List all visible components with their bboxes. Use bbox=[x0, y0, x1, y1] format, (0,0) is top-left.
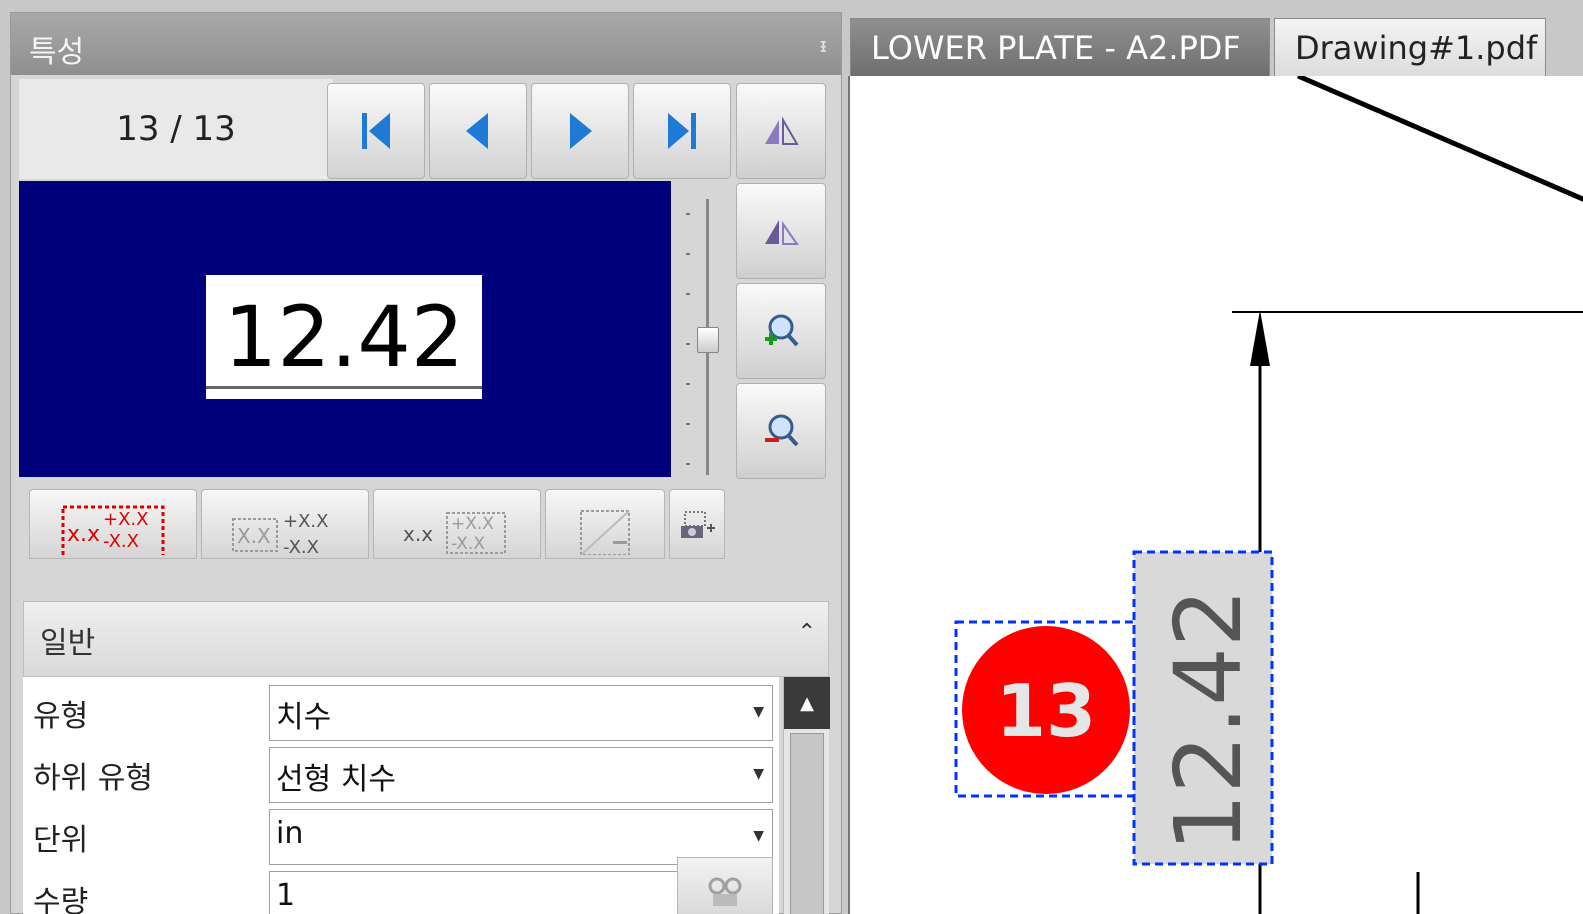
collapse-icon[interactable]: ⌃ bbox=[798, 620, 816, 645]
tab-drawing1[interactable]: Drawing#1.pdf bbox=[1274, 18, 1546, 76]
capture-button[interactable] bbox=[669, 489, 725, 559]
prop-label-quantity: 수량 bbox=[33, 885, 89, 914]
slider-tick bbox=[686, 293, 690, 295]
slider-tick bbox=[686, 423, 690, 425]
tolerance-format-3-button[interactable]: x.x +X.X -X.X bbox=[373, 489, 541, 559]
dimension-preview: 12.42 bbox=[19, 181, 671, 477]
document-tabs: LOWER PLATE - A2.PDF Drawing#1.pdf bbox=[848, 12, 1583, 76]
previous-button[interactable] bbox=[429, 83, 527, 179]
subtype-value: 선형 치수 bbox=[276, 762, 396, 797]
zoom-out-icon bbox=[765, 414, 799, 447]
type-value: 치수 bbox=[276, 700, 332, 735]
tolerance-format-1-button[interactable]: x.x +X.X -X.X bbox=[29, 489, 197, 559]
chevron-down-icon: ▼ bbox=[753, 766, 764, 782]
prop-label-unit: 단위 bbox=[33, 823, 89, 858]
next-icon bbox=[570, 113, 592, 149]
drawing-line-diagonal bbox=[1297, 73, 1583, 202]
camera-icon bbox=[681, 511, 715, 538]
next-button[interactable] bbox=[531, 83, 629, 179]
preview-value-box: 12.42 bbox=[206, 275, 482, 399]
chevron-down-icon: ▼ bbox=[753, 704, 764, 720]
fmt1-minus: -X.X bbox=[103, 531, 139, 552]
previous-icon bbox=[466, 113, 488, 149]
fmt2-plus: +X.X bbox=[283, 511, 328, 532]
tolerance-format-3-icon: x.x +X.X -X.X bbox=[403, 512, 506, 554]
first-page-icon bbox=[362, 113, 390, 149]
last-page-icon bbox=[668, 113, 696, 149]
fmt2-base: X.X bbox=[237, 524, 271, 548]
fmt1-base: x.x bbox=[67, 522, 100, 547]
pin-icon[interactable]: ᵻ bbox=[820, 33, 827, 57]
fmt1-plus: +X.X bbox=[103, 509, 148, 530]
zoom-out-button[interactable] bbox=[736, 383, 826, 479]
prop-label-type: 유형 bbox=[33, 699, 89, 734]
type-dropdown[interactable]: 치수 ▼ bbox=[269, 685, 773, 741]
section-title: 일반 bbox=[40, 626, 96, 661]
rotate-icon bbox=[765, 220, 799, 245]
tab-lower-plate[interactable]: LOWER PLATE - A2.PDF bbox=[850, 18, 1270, 76]
dimension-text: 12.42 bbox=[1155, 589, 1262, 852]
fmt3-minus: -X.X bbox=[451, 534, 485, 554]
slider-tick bbox=[686, 343, 690, 345]
tab-label: LOWER PLATE - A2.PDF bbox=[871, 28, 1241, 67]
link-button[interactable] bbox=[677, 857, 773, 914]
dimension-arrow bbox=[1250, 310, 1270, 366]
tolerance-format-2-icon: X.X +X.X -X.X bbox=[232, 511, 328, 555]
frame-format-button[interactable] bbox=[545, 489, 665, 559]
scroll-up-icon[interactable]: ▲ bbox=[784, 677, 830, 729]
slider-tick bbox=[686, 463, 690, 465]
preview-underline bbox=[206, 386, 482, 389]
link-icon bbox=[708, 877, 742, 906]
tolerance-format-2-button[interactable]: X.X +X.X -X.X bbox=[201, 489, 369, 559]
panel-header: 특성 ᵻ bbox=[11, 13, 841, 75]
fmt2-minus: -X.X bbox=[283, 537, 319, 555]
flip-icon bbox=[765, 116, 799, 145]
tab-label: Drawing#1.pdf bbox=[1295, 28, 1538, 67]
scroll-thumb[interactable] bbox=[790, 733, 824, 914]
slider-tick bbox=[686, 213, 690, 215]
property-grid: 유형 치수 ▼ 하위 유형 선형 치수 ▼ 단위 in ▼ 수량 1 bbox=[23, 677, 779, 914]
zoom-slider-thumb[interactable] bbox=[697, 327, 719, 353]
slider-tick bbox=[686, 253, 690, 255]
property-scrollbar[interactable]: ▲ bbox=[783, 677, 830, 914]
app-window: 특성 ᵻ 13 / 13 12.42 x.x +X.X -X.X X.X +X.… bbox=[0, 0, 1583, 914]
preview-value: 12.42 bbox=[223, 288, 465, 386]
general-section-header[interactable]: 일반 ⌃ bbox=[23, 601, 829, 677]
tolerance-format-1-icon: x.x +X.X -X.X bbox=[61, 505, 165, 555]
fmt3-base: x.x bbox=[403, 522, 433, 546]
quantity-value: 1 bbox=[276, 878, 296, 913]
panel-title: 특성 bbox=[29, 35, 85, 70]
page-counter: 13 / 13 bbox=[19, 79, 333, 179]
slider-tick bbox=[686, 383, 690, 385]
quantity-field[interactable]: 1 bbox=[269, 871, 679, 914]
first-button[interactable] bbox=[327, 83, 425, 179]
properties-panel: 특성 ᵻ 13 / 13 12.42 x.x +X.X -X.X X.X +X.… bbox=[10, 12, 842, 914]
last-button[interactable] bbox=[633, 83, 731, 179]
zoom-in-button[interactable] bbox=[736, 283, 826, 379]
unit-value: in bbox=[276, 816, 304, 851]
balloon-number: 13 bbox=[996, 669, 1096, 753]
rotate-button[interactable] bbox=[736, 183, 826, 279]
drawing-canvas[interactable]: 12.42 13 bbox=[848, 73, 1583, 914]
chevron-down-icon: ▼ bbox=[753, 828, 764, 844]
flip-button[interactable] bbox=[736, 83, 826, 179]
subtype-dropdown[interactable]: 선형 치수 ▼ bbox=[269, 747, 773, 803]
fmt3-plus: +X.X bbox=[451, 514, 494, 534]
prop-label-subtype: 하위 유형 bbox=[33, 761, 153, 796]
frame-icon bbox=[580, 510, 630, 555]
zoom-in-icon bbox=[765, 314, 799, 347]
drawing-svg: 12.42 13 bbox=[954, 73, 1583, 914]
